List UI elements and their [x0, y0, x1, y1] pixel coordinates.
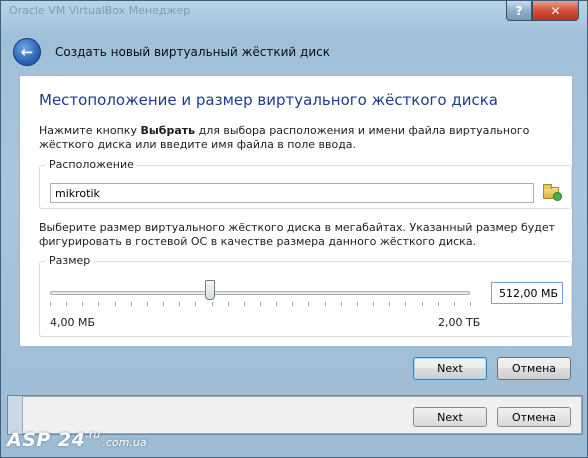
size-group: Размер 4,00 МБ 2,00 ТБ: [39, 254, 572, 337]
slider-tick: [356, 302, 358, 306]
help-button[interactable]: ?: [506, 1, 532, 21]
size-input[interactable]: [491, 282, 563, 304]
size-max-label: 2,00 ТБ: [438, 316, 481, 329]
slider-ticks: [50, 302, 471, 307]
slider-tick: [437, 302, 439, 306]
watermark-sub: .ru: [85, 428, 101, 441]
slider-tick: [179, 302, 181, 306]
slider-tick: [163, 302, 165, 306]
slider-tick: [50, 302, 51, 306]
location-input[interactable]: [50, 183, 534, 203]
wizard-title: Создать новый виртуальный жёсткий диск: [55, 45, 330, 59]
ghost-window-title: Oracle VM VirtualBox Менеджер: [9, 4, 191, 17]
desc-bold-text: Выбрать: [140, 124, 196, 137]
size-slider-thumb[interactable]: [204, 280, 215, 300]
page-heading: Местоположение и размер виртуального жёс…: [39, 91, 498, 109]
slider-tick: [130, 302, 132, 306]
slider-tick: [146, 302, 148, 306]
slider-tick: [421, 302, 423, 306]
choose-file-button[interactable]: [540, 183, 562, 203]
desc-text: Нажмите кнопку: [39, 124, 141, 137]
location-description: Нажмите кнопку Выбрать для выбора распол…: [39, 124, 569, 152]
parent-next-button: Next: [413, 407, 487, 427]
slider-tick: [292, 302, 294, 306]
close-button[interactable]: ✕: [532, 1, 579, 21]
size-slider-track[interactable]: [50, 291, 470, 295]
next-button[interactable]: Next: [413, 357, 487, 380]
slider-tick: [340, 302, 342, 306]
slider-tick: [405, 302, 407, 306]
slider-tick: [66, 302, 68, 306]
slider-tick: [324, 302, 326, 306]
slider-tick: [453, 302, 455, 306]
slider-tick: [276, 302, 278, 306]
slider-tick: [373, 302, 375, 306]
slider-tick: [389, 302, 391, 306]
size-min-label: 4,00 МБ: [50, 316, 96, 329]
slider-tick: [114, 302, 116, 306]
watermark-main: ASP 24: [7, 429, 86, 451]
slider-tick: [227, 302, 229, 306]
wizard-page: Местоположение и размер виртуального жёс…: [19, 75, 573, 347]
slider-tick: [195, 302, 197, 306]
watermark-domain: .com.ua: [102, 436, 147, 449]
size-description: Выберите размер виртуального жёсткого ди…: [39, 221, 556, 248]
parent-cancel-button: Отмена: [497, 407, 571, 427]
slider-tick: [470, 302, 471, 306]
slider-tick: [308, 302, 310, 306]
location-legend: Расположение: [46, 158, 137, 171]
folder-open-icon: [543, 184, 562, 201]
window-frame: Oracle VM VirtualBox Менеджер ? ✕ ← Созд…: [0, 0, 588, 458]
watermark-logo: ASP 24.ru.com.ua: [7, 428, 147, 451]
cancel-button[interactable]: Отмена: [497, 357, 571, 380]
location-group: Расположение: [39, 158, 572, 209]
slider-tick: [82, 302, 84, 306]
slider-tick: [260, 302, 261, 306]
slider-tick: [243, 302, 245, 306]
slider-tick: [211, 302, 213, 306]
slider-tick: [98, 302, 100, 306]
size-legend: Размер: [46, 254, 94, 267]
wizard-header: ← Создать новый виртуальный жёсткий диск: [9, 31, 581, 73]
arrow-left-icon: ←: [20, 43, 34, 61]
back-button[interactable]: ←: [13, 38, 41, 66]
